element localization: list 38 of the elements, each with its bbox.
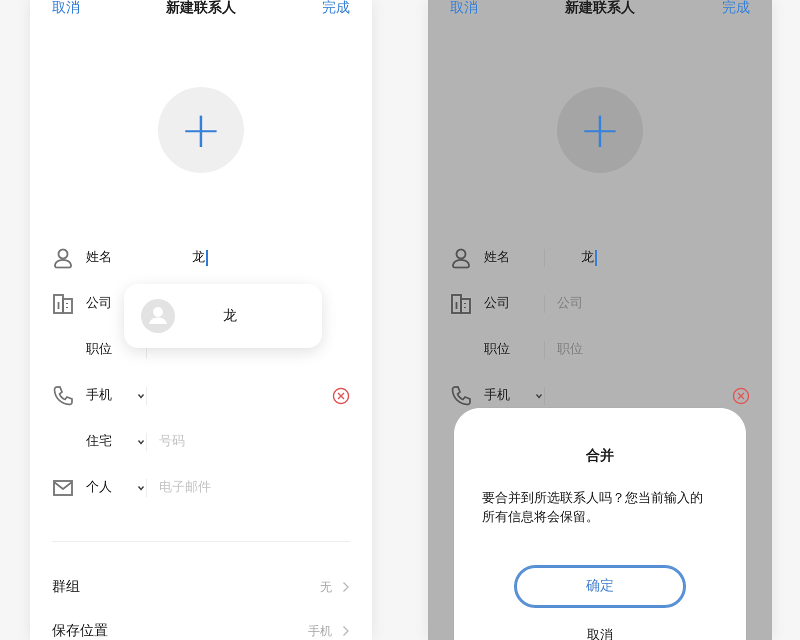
contact-name: 龙 xyxy=(223,306,237,326)
dialog-title: 合并 xyxy=(586,447,614,466)
name-value[interactable]: 龙 xyxy=(192,248,205,268)
field-label: 职位 xyxy=(484,341,511,360)
confirm-button[interactable]: 确定 xyxy=(514,565,686,608)
setting-value: 无 xyxy=(320,579,332,596)
phone-icon xyxy=(450,385,472,407)
phone-icon xyxy=(52,385,74,407)
field-label: 公司 xyxy=(484,295,511,314)
person-icon xyxy=(52,247,74,269)
field-label: 手机 xyxy=(86,387,113,406)
suggestion-card[interactable]: 龙 xyxy=(124,284,322,348)
screen-title: 新建联系人 xyxy=(565,0,635,16)
building-icon xyxy=(52,293,74,315)
mail-icon xyxy=(52,477,74,499)
field-label: 个人 xyxy=(86,479,113,498)
name-value[interactable]: 龙 xyxy=(581,248,594,268)
chevron-right-icon xyxy=(342,625,350,637)
input-field[interactable]: 电子邮件 xyxy=(147,478,350,498)
field-label: 手机 xyxy=(484,387,511,406)
setting-label: 群组 xyxy=(52,578,81,596)
add-photo-button[interactable]: + xyxy=(158,87,244,173)
setting-value: 手机 xyxy=(308,623,332,640)
field-label: 姓名 xyxy=(484,249,511,268)
done-link[interactable]: 完成 xyxy=(322,0,350,16)
dialog-message: 要合并到所选联系人吗？您当前输入的所有信息将会保留。 xyxy=(482,490,704,527)
field-label: 住宅 xyxy=(86,433,113,452)
cancel-link[interactable]: 取消 xyxy=(52,0,80,16)
chevron-right-icon xyxy=(342,581,350,593)
input-field[interactable]: 号码 xyxy=(147,432,350,452)
avatar-icon xyxy=(141,299,175,333)
screen-title: 新建联系人 xyxy=(166,0,236,16)
person-icon xyxy=(450,247,472,269)
field-label: 姓名 xyxy=(86,249,113,268)
field-label: 公司 xyxy=(86,295,113,314)
setting-label: 保存位置 xyxy=(52,622,109,640)
building-icon xyxy=(450,293,472,315)
field-label: 职位 xyxy=(86,341,113,360)
